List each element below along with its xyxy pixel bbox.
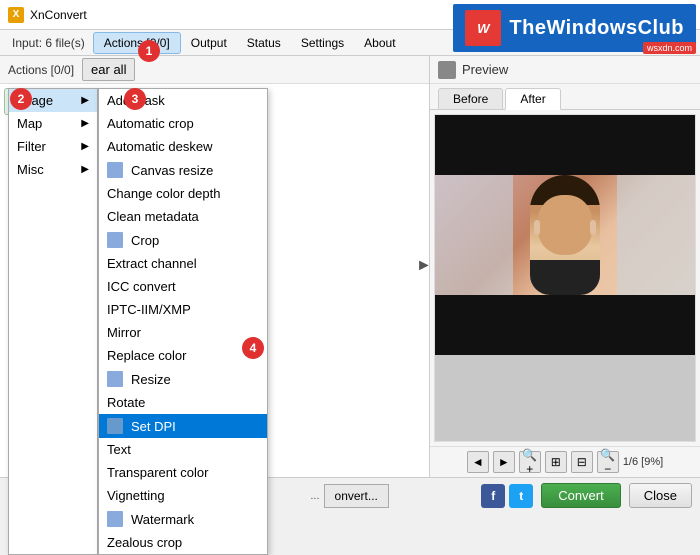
- submenu-rotate[interactable]: Rotate: [99, 391, 267, 414]
- submenu-canvas-resize[interactable]: Canvas resize: [99, 158, 267, 182]
- preview-controls: ◄ ► 🔍+ ⊞ ⊟ 🔍− 1/6 [9%]: [430, 446, 700, 477]
- image-bottom-black: [435, 295, 695, 355]
- tab-before[interactable]: Before: [438, 88, 503, 109]
- social-icons: f t: [481, 484, 533, 508]
- convert-area: ... onvert...: [310, 484, 389, 508]
- clear-all-button[interactable]: ear all: [82, 58, 135, 81]
- submenu-zealous-crop[interactable]: Zealous crop: [99, 531, 267, 554]
- preview-image: [435, 115, 695, 441]
- crop-icon: [107, 232, 123, 248]
- actions-header: Actions [0/0] ear all: [0, 56, 429, 84]
- app-title: XnConvert: [30, 8, 87, 22]
- submenu-transparent-color[interactable]: Transparent color: [99, 461, 267, 484]
- submenu-automatic-crop[interactable]: Automatic crop: [99, 112, 267, 135]
- zoom-out-button[interactable]: 🔍−: [597, 451, 619, 473]
- submenu-vignetting[interactable]: Vignetting: [99, 484, 267, 507]
- submenu-extract-channel[interactable]: Extract channel: [99, 252, 267, 275]
- menu-item-map[interactable]: Map: [9, 112, 97, 135]
- dropdown-image-submenu: Add mask Automatic crop Automatic deskew…: [98, 88, 268, 555]
- menu-output[interactable]: Output: [181, 33, 237, 53]
- twitter-button[interactable]: t: [509, 484, 533, 508]
- menu-item-filter[interactable]: Filter: [9, 135, 97, 158]
- badge-4: 4: [242, 337, 264, 359]
- logo-w: W: [477, 21, 489, 36]
- tab-after[interactable]: After: [505, 88, 560, 110]
- facebook-button[interactable]: f: [481, 484, 505, 508]
- badge-3: 3: [124, 88, 146, 110]
- submenu-watermark[interactable]: Watermark: [99, 507, 267, 531]
- preview-header: Preview: [430, 56, 700, 84]
- preview-content: [434, 114, 696, 442]
- preview-icon: [438, 61, 456, 79]
- submenu-icc-convert[interactable]: ICC convert: [99, 275, 267, 298]
- submenu-clean-metadata[interactable]: Clean metadata: [99, 205, 267, 228]
- convert-dots: ...: [310, 490, 319, 502]
- submenu-text[interactable]: Text: [99, 438, 267, 461]
- actions-title: Actions [0/0]: [8, 63, 74, 77]
- input-label: Input: 6 file(s): [4, 33, 93, 53]
- menu-settings[interactable]: Settings: [291, 33, 354, 53]
- submenu-iptc[interactable]: IPTC-IIM/XMP: [99, 298, 267, 321]
- watermark-icon: [107, 511, 123, 527]
- submenu-set-dpi[interactable]: Set DPI: [99, 414, 267, 438]
- menu-item-misc[interactable]: Misc: [9, 158, 97, 181]
- logo-area: W TheWindowsClub wsxdn.com: [440, 0, 700, 56]
- prev-arrow-button[interactable]: ◄: [467, 451, 489, 473]
- preview-tabs: Before After: [430, 84, 700, 110]
- menu-bar: Input: 6 file(s) Actions [0/0] Output St…: [0, 30, 700, 56]
- actual-size-button[interactable]: ⊟: [571, 451, 593, 473]
- dropdown-menu-level1: Image Map Filter Misc: [8, 88, 98, 555]
- arrow-left-indicator: ►: [416, 257, 432, 275]
- submenu-resize[interactable]: Resize: [99, 367, 267, 391]
- person-image: [435, 175, 695, 295]
- page-info: 1/6 [9%]: [623, 456, 663, 468]
- bottom-right: f t Convert Close: [481, 483, 692, 508]
- menu-status[interactable]: Status: [237, 33, 291, 53]
- left-panel: Actions [0/0] ear all ➕ Add action> Imag…: [0, 56, 430, 477]
- convert-button[interactable]: Convert: [541, 483, 621, 508]
- set-dpi-icon: [107, 418, 123, 434]
- logo-text: TheWindowsClub: [509, 17, 684, 40]
- fit-button[interactable]: ⊞: [545, 451, 567, 473]
- image-top-black: [435, 115, 695, 175]
- submenu-change-color-depth[interactable]: Change color depth: [99, 182, 267, 205]
- badge-2: 2: [10, 88, 32, 110]
- close-button[interactable]: Close: [629, 483, 692, 508]
- next-arrow-button[interactable]: ►: [493, 451, 515, 473]
- main-layout: Actions [0/0] ear all ➕ Add action> Imag…: [0, 56, 700, 477]
- convert-options-button[interactable]: onvert...: [324, 484, 389, 508]
- zoom-in-button[interactable]: 🔍+: [519, 451, 541, 473]
- menu-actions[interactable]: Actions [0/0]: [93, 32, 181, 54]
- preview-title: Preview: [462, 62, 508, 77]
- submenu-automatic-deskew[interactable]: Automatic deskew: [99, 135, 267, 158]
- menu-about[interactable]: About: [354, 33, 405, 53]
- submenu-crop[interactable]: Crop: [99, 228, 267, 252]
- dropdown-overlay: Image Map Filter Misc Add mask Automatic…: [8, 88, 268, 555]
- canvas-resize-icon: [107, 162, 123, 178]
- app-icon: X: [8, 7, 24, 23]
- badge-1: 1: [138, 40, 160, 62]
- submenu-mirror[interactable]: Mirror: [99, 321, 267, 344]
- resize-icon: [107, 371, 123, 387]
- wsxdn-badge: wsxdn.com: [643, 42, 696, 54]
- right-panel: Preview Before After ►: [430, 56, 700, 477]
